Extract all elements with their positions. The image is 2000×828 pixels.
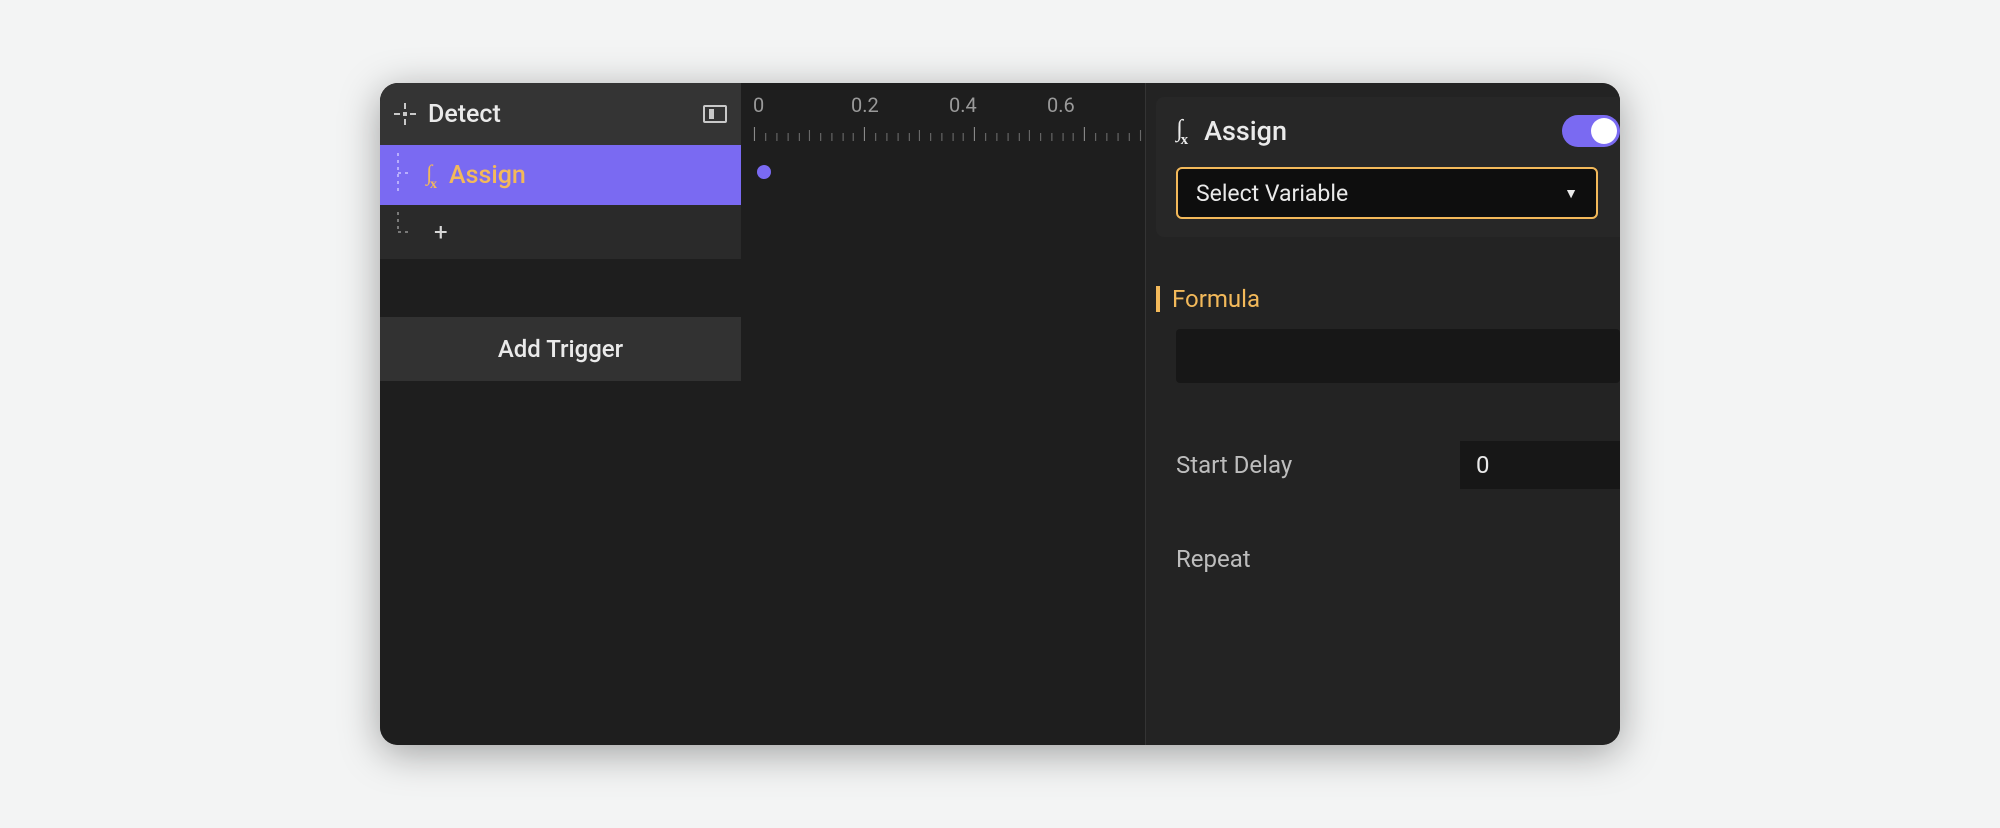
enable-toggle[interactable] (1562, 115, 1620, 147)
trigger-title: Detect (428, 100, 691, 129)
chevron-down-icon: ▼ (1564, 185, 1578, 202)
formula-icon: ∫x (426, 160, 439, 190)
inspector-panel: ∫x Assign Select Variable ▼ Formula Star… (1145, 83, 1620, 745)
trigger-header[interactable]: Detect (380, 83, 741, 145)
tick-label: 0.6 (1047, 93, 1145, 117)
tree-branch-icon (392, 153, 416, 198)
formula-label: Formula (1172, 285, 1260, 313)
plus-icon: + (434, 218, 448, 246)
variable-select[interactable]: Select Variable ▼ (1176, 167, 1598, 219)
trigger-panel: Detect ∫x Assign + Add Trigger (380, 83, 741, 745)
start-delay-label: Start Delay (1176, 451, 1460, 479)
detect-icon (394, 103, 416, 125)
keyframe-dot[interactable] (757, 165, 771, 179)
ruler-ticks (741, 127, 1145, 145)
add-trigger-label: Add Trigger (498, 335, 623, 363)
action-row-assign[interactable]: ∫x Assign (380, 145, 741, 205)
inspector-card: ∫x Assign Select Variable ▼ (1156, 97, 1620, 237)
spacer (380, 259, 741, 317)
tick-label: 0.4 (949, 93, 1047, 117)
tree-end-icon (392, 212, 416, 252)
frame-mode-icon[interactable] (703, 105, 727, 123)
tick-label: 0 (753, 93, 851, 117)
ruler-labels: 0 0.2 0.4 0.6 (741, 83, 1145, 117)
start-delay-input[interactable]: 0 (1460, 441, 1620, 489)
repeat-row: Repeat (1176, 545, 1620, 573)
timeline-ruler[interactable]: 0 0.2 0.4 0.6 (741, 83, 1145, 145)
timeline-panel[interactable]: 0 0.2 0.4 0.6 (741, 83, 1145, 745)
add-action-row[interactable]: + (380, 205, 741, 259)
action-row-label: Assign (449, 161, 526, 190)
repeat-label: Repeat (1176, 545, 1620, 573)
animation-editor-window: Detect ∫x Assign + Add Trigger (380, 83, 1620, 745)
formula-input[interactable] (1176, 329, 1620, 383)
start-delay-row: Start Delay 0 (1176, 441, 1620, 489)
inspector-header: ∫x Assign (1176, 115, 1620, 147)
inspector-title: Assign (1204, 115, 1548, 147)
formula-section-header: Formula (1156, 285, 1620, 313)
formula-icon: ∫x (1176, 116, 1190, 147)
add-trigger-button[interactable]: Add Trigger (380, 317, 741, 381)
variable-select-label: Select Variable (1196, 180, 1348, 207)
tick-label: 0.2 (851, 93, 949, 117)
accent-bar (1156, 286, 1160, 312)
